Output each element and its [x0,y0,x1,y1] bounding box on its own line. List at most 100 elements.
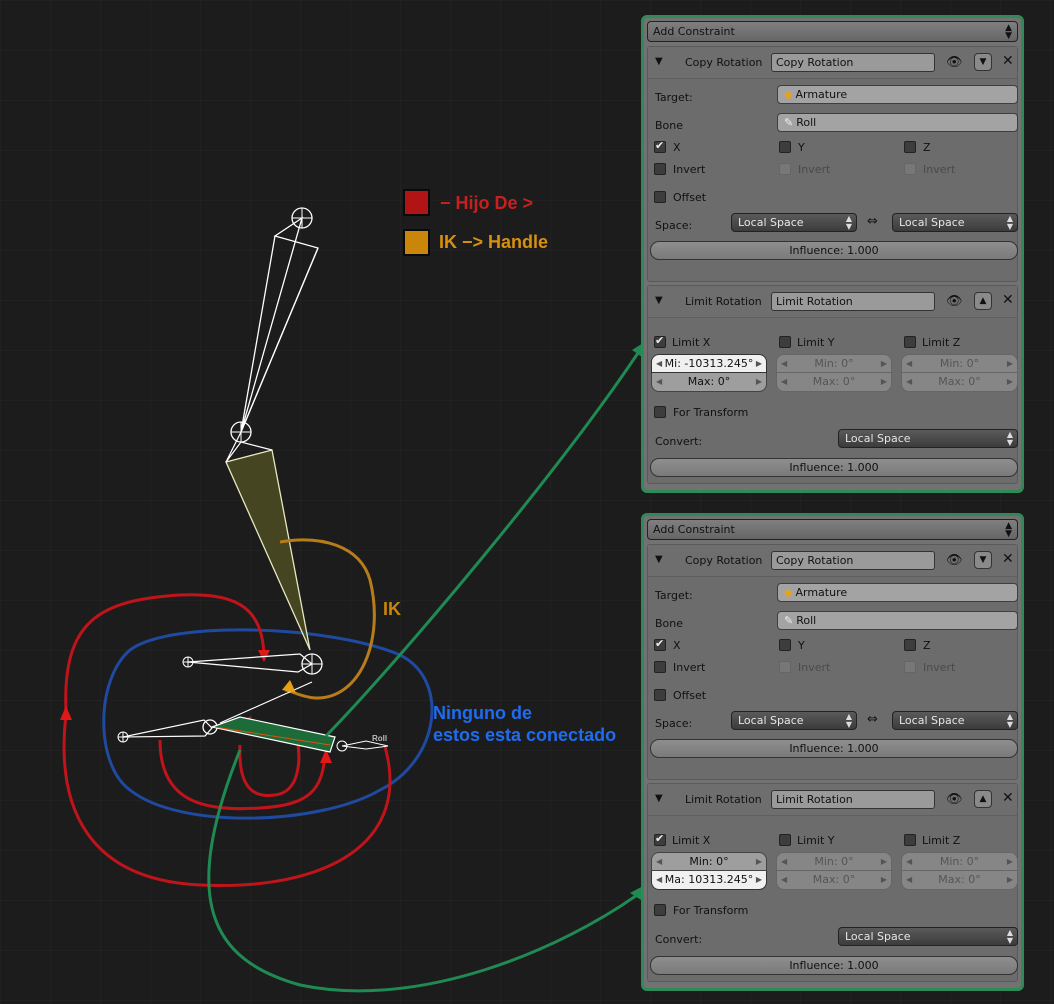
collapse-triangle-icon[interactable]: ▼ [655,295,663,306]
armature-object-icon: ◆ [784,88,793,101]
constraint-name-field[interactable]: Copy Rotation [771,551,935,570]
y-max-field[interactable]: ◀ Max: 0° ▶ [776,871,892,890]
add-constraint-label: Add Constraint [653,523,735,536]
x-max-field[interactable]: ◀ Ma: 10313.245° ▶ [651,871,767,890]
checkbox-limit-z[interactable] [904,336,916,348]
y-min-value: Min: 0° [814,855,854,868]
x-min-value: Min: 0° [689,855,729,868]
y-min-field[interactable]: ◀ Min: 0° ▶ [776,852,892,871]
y-max-field[interactable]: ◀ Max: 0° ▶ [776,373,892,392]
close-icon[interactable]: ✕ [1002,551,1014,567]
x-min-field[interactable]: ◀ Mi: -10313.245° ▶ [651,354,767,373]
target-field[interactable]: ◆ Armature [777,85,1018,104]
checkbox-for-transform[interactable] [654,904,666,916]
eye-icon[interactable]: 👁 [946,553,963,568]
collapse-triangle-icon[interactable]: ▼ [655,56,663,67]
increment-arrow-icon: ▶ [755,359,762,368]
collapse-triangle-icon[interactable]: ▼ [655,793,663,804]
close-icon[interactable]: ✕ [1002,790,1014,806]
checkbox-invert-y[interactable] [779,163,791,175]
increment-arrow-icon: ▶ [755,857,762,866]
checkbox-invert-z[interactable] [904,661,916,673]
checkbox-offset[interactable] [654,689,666,701]
bone-field[interactable]: ✎ Roll [777,611,1018,630]
x-max-field[interactable]: ◀ Max: 0° ▶ [651,373,767,392]
x-min-value: Mi: -10313.245° [664,357,754,370]
increment-arrow-icon: ▶ [1006,377,1013,386]
checkbox-z[interactable] [904,639,916,651]
checkbox-x[interactable] [654,637,666,651]
limit-y-label: Limit Y [797,834,835,847]
eye-icon[interactable]: 👁 [946,294,963,309]
add-constraint-menu[interactable]: Add Constraint ▲ ▼ [647,21,1018,42]
target-field[interactable]: ◆ Armature [777,583,1018,602]
influence-slider[interactable]: Influence: 1.000 [650,956,1018,975]
influence-slider[interactable]: Influence: 1.000 [650,241,1018,260]
constraint-name-field[interactable]: Limit Rotation [771,292,935,311]
decrement-arrow-icon: ◀ [656,377,663,386]
close-icon[interactable]: ✕ [1002,292,1014,308]
owner-space-dropdown[interactable]: Local Space ▲ ▼ [731,213,857,232]
move-down-icon[interactable]: ▼ [974,551,992,569]
checkbox-z-label: Z [923,141,931,154]
bone-value: Roll [796,614,817,627]
target-space-value: Local Space [899,216,965,229]
checkbox-limit-y[interactable] [779,834,791,846]
constraint-header: ▼ Copy Rotation Copy Rotation 👁 ▼ ✕ [648,47,1017,79]
target-space-dropdown[interactable]: Local Space ▲ ▼ [892,711,1018,730]
checkbox-x[interactable] [654,139,666,153]
eye-icon[interactable]: 👁 [946,792,963,807]
bone-field[interactable]: ✎ Roll [777,113,1018,132]
checkbox-z[interactable] [904,141,916,153]
increment-arrow-icon: ▶ [755,875,762,884]
move-up-icon[interactable]: ▲ [974,790,992,808]
z-max-field[interactable]: ◀ Max: 0° ▶ [901,373,1018,392]
checkbox-limit-x[interactable] [654,334,666,348]
checkbox-y[interactable] [779,141,791,153]
constraint-type-label: Limit Rotation [685,793,762,806]
bone-upper[interactable] [240,216,319,433]
y-min-field[interactable]: ◀ Min: 0° ▶ [776,354,892,373]
checkbox-limit-z[interactable] [904,834,916,846]
bone-handle[interactable] [187,653,314,673]
convert-value: Local Space [845,432,911,445]
target-space-dropdown[interactable]: Local Space ▲ ▼ [892,213,1018,232]
limit-z-label: Limit Z [922,336,961,349]
z-max-field[interactable]: ◀ Max: 0° ▶ [901,871,1018,890]
checkbox-limit-x[interactable] [654,832,666,846]
checkbox-invert-y[interactable] [779,661,791,673]
bone-roll-selected[interactable] [209,716,336,753]
checkbox-limit-y[interactable] [779,336,791,348]
bone-icon: ✎ [784,116,794,129]
checkbox-for-transform[interactable] [654,406,666,418]
for-transform-label: For Transform [673,904,749,917]
invert-z-label: Invert [923,163,956,176]
checkbox-offset[interactable] [654,191,666,203]
convert-dropdown[interactable]: Local Space ▲ ▼ [838,429,1018,448]
ik-handle-line [219,681,313,724]
checkbox-invert-x[interactable] [654,163,666,175]
close-icon[interactable]: ✕ [1002,53,1014,69]
z-min-field[interactable]: ◀ Min: 0° ▶ [901,852,1018,871]
checkbox-y[interactable] [779,639,791,651]
swap-arrows-icon: ⇔ [867,214,878,229]
copy-rotation-constraint: ▼ Copy Rotation Copy Rotation 👁 ▼ ✕ Targ… [647,46,1018,282]
eye-icon[interactable]: 👁 [946,55,963,70]
checkbox-invert-z[interactable] [904,163,916,175]
move-up-icon[interactable]: ▲ [974,292,992,310]
constraint-name-field[interactable]: Limit Rotation [771,790,935,809]
checkbox-invert-x[interactable] [654,661,666,673]
z-min-field[interactable]: ◀ Min: 0° ▶ [901,354,1018,373]
bone-lower[interactable] [225,449,311,651]
constraint-name-field[interactable]: Copy Rotation [771,53,935,72]
x-min-field[interactable]: ◀ Min: 0° ▶ [651,852,767,871]
convert-dropdown[interactable]: Local Space ▲ ▼ [838,927,1018,946]
dropdown-arrows-icon: ▲ ▼ [845,712,852,729]
bone-left[interactable] [122,719,213,738]
move-down-icon[interactable]: ▼ [974,53,992,71]
owner-space-dropdown[interactable]: Local Space ▲ ▼ [731,711,857,730]
influence-slider[interactable]: Influence: 1.000 [650,458,1018,477]
collapse-triangle-icon[interactable]: ▼ [655,554,663,565]
influence-slider[interactable]: Influence: 1.000 [650,739,1018,758]
add-constraint-menu[interactable]: Add Constraint ▲ ▼ [647,519,1018,540]
